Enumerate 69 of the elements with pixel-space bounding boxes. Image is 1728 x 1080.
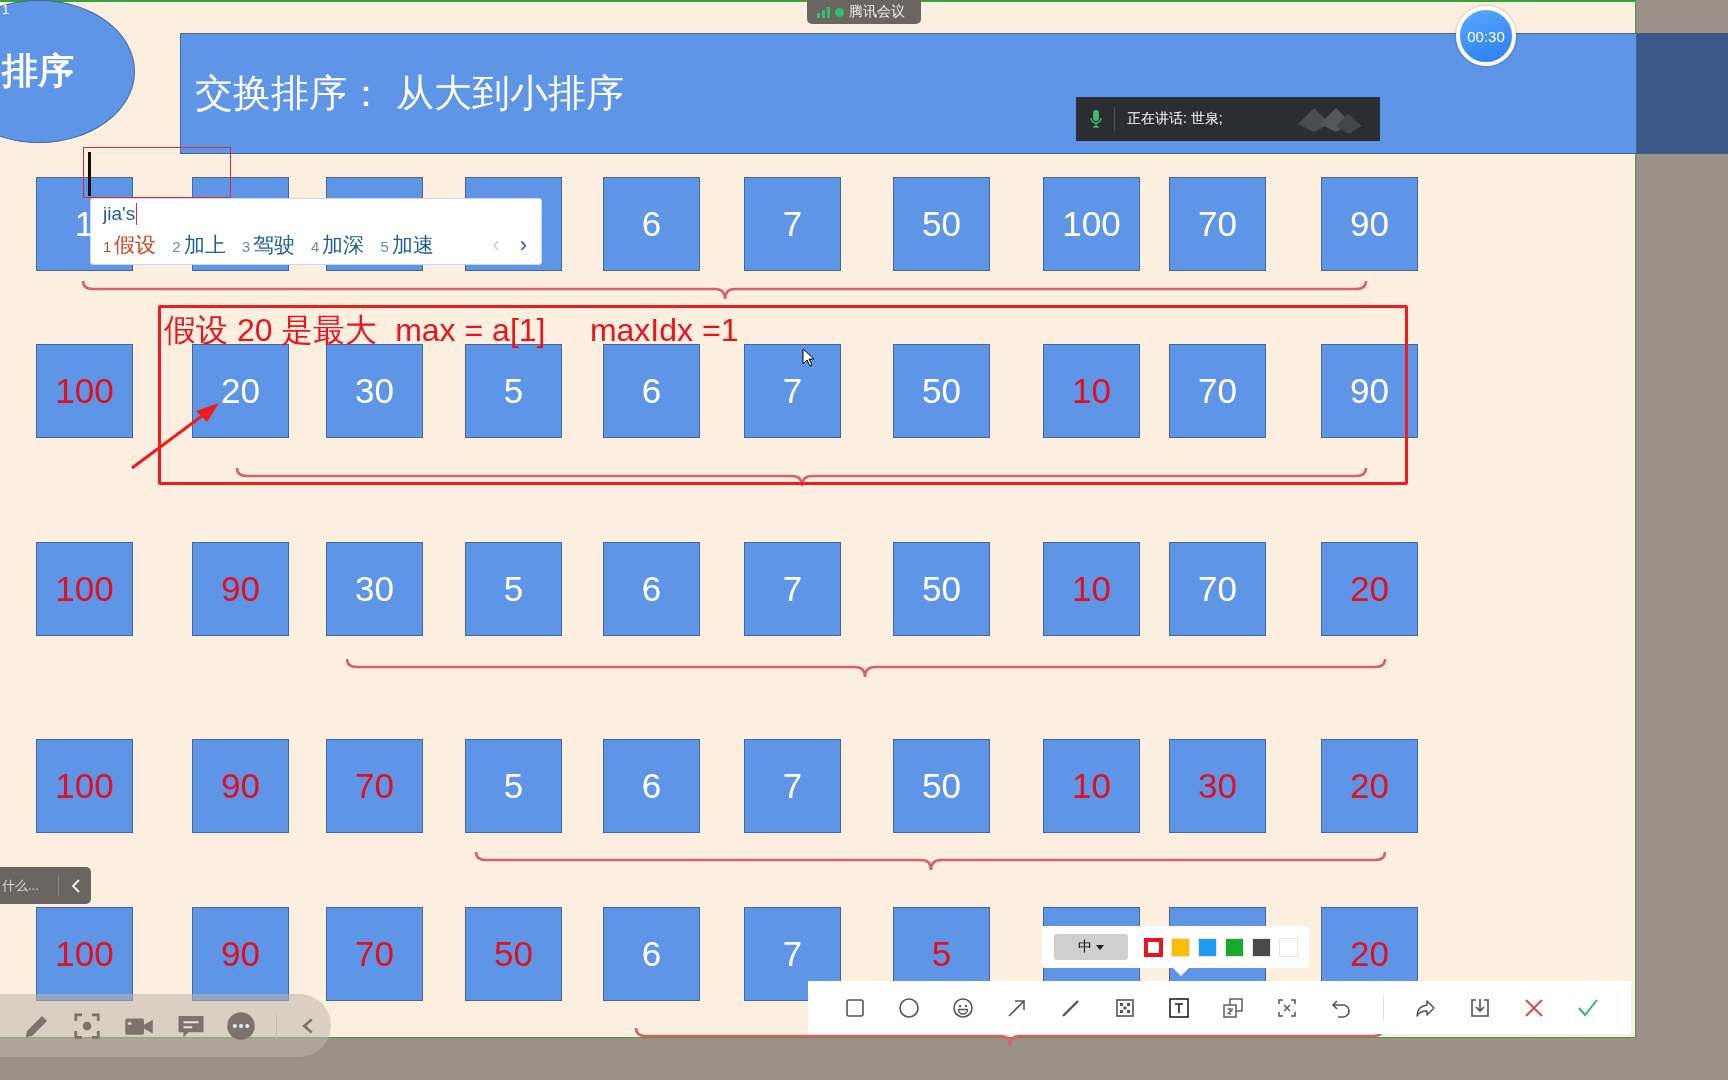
number-box: 50 xyxy=(465,907,562,1001)
side-tab[interactable]: 什么... xyxy=(0,867,91,904)
number-box: 90 xyxy=(192,907,289,1001)
number-box: 50 xyxy=(893,177,990,271)
number-box: 20 xyxy=(1321,739,1418,833)
meeting-status-pill[interactable]: 腾讯会议 xyxy=(807,0,921,24)
number-box: 90 xyxy=(1321,344,1418,438)
number-box: 70 xyxy=(326,739,423,833)
chevron-left-icon[interactable] xyxy=(71,878,81,893)
number-box: 6 xyxy=(603,344,700,438)
number-box: 6 xyxy=(603,542,700,636)
smiley-icon[interactable] xyxy=(951,995,975,1020)
number-box: 100 xyxy=(36,344,133,438)
side-tab-text: 什么... xyxy=(1,876,40,895)
number-box: 70 xyxy=(1169,542,1266,636)
text-tool-icon[interactable] xyxy=(1167,995,1191,1020)
text-cursor xyxy=(88,152,91,196)
number-box: 70 xyxy=(1169,344,1266,438)
number-box: 5 xyxy=(465,739,562,833)
mouse-pointer-icon xyxy=(802,348,814,367)
slide-number: 1 xyxy=(2,2,10,17)
size-dropdown[interactable]: 中 xyxy=(1054,934,1128,960)
ime-candidate[interactable]: 4加深 xyxy=(311,231,365,259)
number-box: 7 xyxy=(744,907,841,1001)
microphone-icon xyxy=(1090,110,1102,128)
translate-icon[interactable] xyxy=(1221,995,1245,1020)
number-box: 50 xyxy=(893,739,990,833)
number-box: 20 xyxy=(1321,542,1418,636)
number-box: 50 xyxy=(893,344,990,438)
ime-candidate[interactable]: 5加速 xyxy=(380,231,434,259)
number-box: 6 xyxy=(603,177,700,271)
number-box: 100 xyxy=(36,542,133,636)
number-box: 10 xyxy=(1043,542,1140,636)
meeting-app-name: 腾讯会议 xyxy=(849,3,905,21)
number-box: 90 xyxy=(192,542,289,636)
number-box: 7 xyxy=(744,542,841,636)
number-box: 10 xyxy=(1043,344,1140,438)
circle-tool-icon[interactable] xyxy=(897,995,921,1020)
number-box: 100 xyxy=(36,907,133,1001)
number-box: 90 xyxy=(1321,177,1418,271)
next-page-button[interactable]: › xyxy=(517,232,529,258)
number-box: 30 xyxy=(326,344,423,438)
number-box: 70 xyxy=(1169,177,1266,271)
signal-icon xyxy=(817,6,830,18)
topic-label: 排序 xyxy=(2,49,74,93)
ime-input[interactable]: jia's xyxy=(103,203,138,225)
number-box: 100 xyxy=(1043,177,1140,271)
ime-candidate[interactable]: 2 加上 xyxy=(172,231,226,259)
number-box: 6 xyxy=(603,907,700,1001)
speaker-text: 正在讲话: 世泉; xyxy=(1127,110,1223,128)
status-dot-icon xyxy=(835,7,844,17)
number-box: 7 xyxy=(744,177,841,271)
number-box: 7 xyxy=(744,739,841,833)
number-box: 7 xyxy=(744,344,841,438)
slide-title: 交换排序： 从大到小排序 xyxy=(195,71,624,116)
ime-candidate[interactable]: 3驾驶 xyxy=(241,231,296,259)
number-box: 10 xyxy=(1043,739,1140,833)
number-box: 30 xyxy=(1169,739,1266,833)
number-box: 50 xyxy=(893,542,990,636)
screenshot-icon[interactable] xyxy=(72,1010,102,1041)
caret-icon xyxy=(1096,944,1104,950)
number-box: 100 xyxy=(36,739,133,833)
number-box: 70 xyxy=(326,907,423,1001)
color-swatch[interactable] xyxy=(1144,937,1163,957)
number-box: 90 xyxy=(192,739,289,833)
more-icon[interactable] xyxy=(226,1010,256,1041)
number-box: 5 xyxy=(465,542,562,636)
number-box: 30 xyxy=(326,542,423,636)
number-box: 6 xyxy=(603,739,700,833)
